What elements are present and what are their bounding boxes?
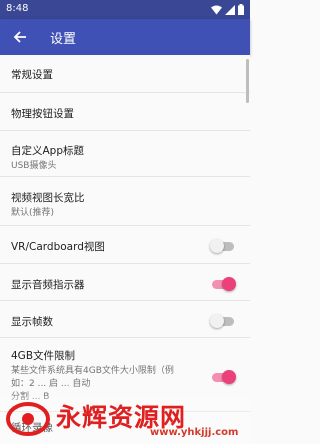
toggle-thumb [210,239,224,253]
item-title: 常规设置 [11,69,53,81]
watermark: 永辉资源网 www.yhkjjj.com [0,396,250,444]
status-time: 8:48 [6,3,29,14]
item-summary: USB摄像头 [11,161,57,171]
back-button[interactable] [8,25,32,49]
settings-item-aspect-ratio[interactable]: 视频视图长宽比 默认(推荐) [0,177,250,226]
settings-item-physical-buttons[interactable]: 物理按钮设置 [0,93,250,131]
back-arrow-icon [13,31,26,43]
item-title: 视频视图长宽比 [11,192,85,204]
status-bar: 8:48 [0,0,250,19]
status-icons [211,4,244,15]
item-summary-line1: 某些文件系统具有4GB文件大小限制（例 [11,366,174,376]
item-summary-line2: 如：2 ... 启 ... 自动 [11,379,91,389]
page-title: 设置 [50,32,77,47]
settings-item-custom-app-title[interactable]: 自定义App标题 USB摄像头 [0,131,250,177]
settings-list: 常规设置 物理按钮设置 自定义App标题 USB摄像头 视频视图长宽比 默认(推… [0,55,250,442]
toggle-thumb [222,277,236,291]
app-bar: 设置 [0,19,250,55]
audio-indicator-toggle[interactable] [210,277,236,291]
item-title: VR/Cardboard视图 [11,241,105,253]
wifi-icon [211,5,222,14]
toggle-thumb [210,314,224,328]
battery-icon [238,4,244,15]
item-title: 显示帧数 [11,316,53,328]
watermark-logo-icon [6,402,50,436]
toggle-thumb [222,370,236,384]
settings-item-audio-indicator[interactable]: 显示音频指示器 [0,264,250,301]
item-title: 显示音频指示器 [11,279,85,291]
scrollbar[interactable] [246,59,249,103]
settings-item-show-fps[interactable]: 显示帧数 [0,301,250,338]
vr-cardboard-toggle[interactable] [210,239,236,253]
cell-signal-icon [225,4,235,15]
item-title: 自定义App标题 [11,145,85,157]
item-title: 4GB文件限制 [11,350,76,362]
settings-item-vr-cardboard[interactable]: VR/Cardboard视图 [0,226,250,264]
4gb-limit-toggle[interactable] [210,370,236,384]
item-summary: 默认(推荐) [11,208,55,218]
settings-item-general[interactable]: 常规设置 [0,55,250,93]
show-fps-toggle[interactable] [210,314,236,328]
item-title: 物理按钮设置 [11,108,74,120]
watermark-url: www.yhkjjj.com [150,427,239,438]
